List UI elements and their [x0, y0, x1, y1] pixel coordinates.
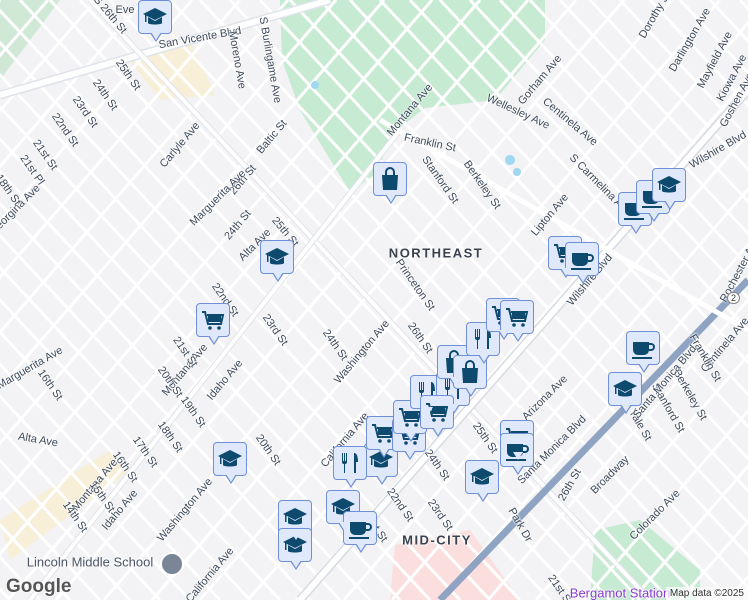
map-canvas[interactable]: San Vicente Blvd S 26th St Moreno Ave S Bur… [0, 0, 748, 600]
map-attribution[interactable]: Map data ©2025 [665, 587, 748, 600]
restaurant-marker[interactable] [333, 446, 367, 488]
cafe-icon [632, 342, 655, 359]
school-marker[interactable] [465, 460, 499, 502]
grocery-marker[interactable] [196, 303, 230, 345]
grocery-marker[interactable] [500, 300, 534, 342]
school-icon [470, 468, 494, 485]
google-logo: Google [6, 576, 72, 597]
shopping-marker[interactable] [373, 162, 407, 204]
grocery-icon [506, 308, 529, 327]
school-icon [283, 508, 307, 525]
school-marker[interactable] [652, 168, 686, 210]
school-icon [265, 248, 289, 265]
cafe-marker[interactable] [626, 331, 660, 373]
school-poi-icon[interactable] [160, 552, 184, 576]
cafe-icon [571, 253, 594, 270]
map-base-layer [0, 0, 748, 600]
restaurant-icon [342, 453, 358, 473]
school-marker[interactable] [608, 372, 642, 414]
cafe-icon [349, 522, 372, 539]
school-marker[interactable] [213, 442, 247, 484]
school-marker[interactable] [138, 0, 172, 42]
school-icon [218, 450, 242, 467]
cafe-marker[interactable] [500, 433, 534, 475]
school-icon [657, 176, 681, 193]
grocery-icon [202, 311, 225, 330]
avenue [582, 408, 748, 600]
shopping-icon [382, 167, 398, 190]
school-icon [143, 8, 167, 25]
school-icon [613, 380, 637, 397]
school-marker[interactable] [260, 240, 294, 282]
